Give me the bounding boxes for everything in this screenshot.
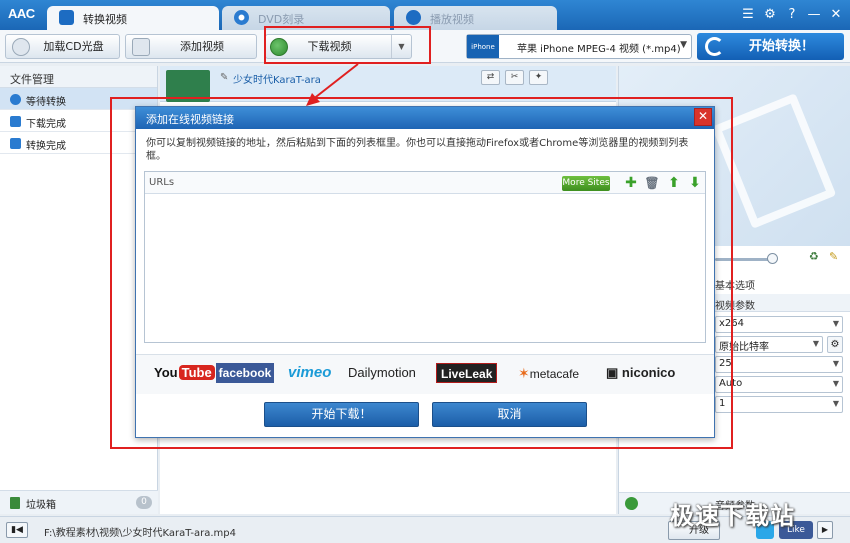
facebook-logo[interactable]: facebook: [216, 363, 274, 383]
metacafe-logo[interactable]: ✶metacafe: [518, 363, 579, 383]
chevron-down-icon: ▼: [832, 319, 839, 328]
load-cd-button[interactable]: 加载CD光盘: [5, 34, 120, 59]
watermark-text: 极速下载站: [670, 502, 795, 530]
url-list-header: URLs More Sites ✚ 🗑 ⬆ ⬇: [145, 172, 705, 194]
help-icon[interactable]: ?: [782, 6, 802, 24]
app-logo: AAC: [8, 6, 35, 21]
start-convert-label: 开始转换！: [748, 39, 814, 54]
scissors-icon[interactable]: ✂: [505, 70, 524, 85]
add-video-button[interactable]: 添加视频: [125, 34, 257, 59]
pencil-icon[interactable]: ✎: [220, 72, 228, 83]
metacafe-star-icon: ✶: [518, 365, 530, 381]
toggle-panel-icon[interactable]: ▮◀: [6, 522, 28, 538]
vimeo-logo[interactable]: vimeo: [288, 363, 331, 383]
codec-select[interactable]: x264 ▼: [715, 316, 843, 333]
refresh-icon: [705, 37, 724, 56]
download-icon: [10, 116, 21, 127]
convert-icon: [10, 138, 21, 149]
urls-label: URLs: [149, 177, 175, 188]
file-row-actions: ⇄ ✂ ✦: [481, 70, 548, 85]
youtube-logo[interactable]: You Tube: [154, 363, 215, 383]
sidebar-item-label: 下载完成: [26, 119, 66, 130]
aspect-select[interactable]: 1 ▼: [715, 396, 843, 413]
dialog-title: 添加在线视频链接: [146, 113, 234, 126]
niconico-logo[interactable]: ▣ niconico: [606, 363, 675, 383]
arrow-down-icon[interactable]: ⬇: [687, 175, 703, 191]
disc-icon: [234, 10, 249, 25]
start-download-button[interactable]: 开始下载！: [264, 402, 419, 427]
trash-label: 垃圾箱: [26, 500, 56, 511]
chevron-down-icon: ▼: [812, 339, 819, 348]
url-list-box: URLs More Sites ✚ 🗑 ⬆ ⬇: [144, 171, 706, 343]
dailymotion-logo[interactable]: Dailymotion: [348, 363, 416, 383]
file-manager-header: 文件管理: [0, 66, 157, 88]
trash-count-badge: 0: [136, 496, 152, 509]
more-sites-button[interactable]: More Sites: [562, 176, 610, 191]
plus-icon[interactable]: ✚: [623, 175, 639, 191]
window-controls: ☰ ⚙ ? — ✕: [738, 6, 846, 24]
format-icon-text: iPhone: [471, 43, 495, 51]
wand-icon[interactable]: ✎: [829, 250, 843, 264]
film-add-icon: [132, 38, 150, 56]
cd-icon: [12, 38, 30, 56]
metacafe-text: metacafe: [529, 367, 580, 381]
tab-label: 播放视频: [430, 13, 474, 26]
chevron-down-icon: ▼: [832, 379, 839, 388]
gear-icon[interactable]: ⚙: [760, 6, 780, 24]
play-icon: [406, 10, 421, 25]
dialog-title-bar: 添加在线视频链接 ✕: [136, 107, 714, 129]
resolution-select[interactable]: Auto ▼: [715, 376, 843, 393]
convert-icon: [59, 10, 74, 25]
sidebar-item-label: 等待转换: [26, 97, 66, 108]
sidebar-item-label: 转换完成: [26, 141, 66, 152]
close-icon[interactable]: ✕: [826, 6, 846, 24]
magic-wand-icon[interactable]: ✦: [529, 70, 548, 85]
phone-icon: iPhone: [467, 35, 499, 58]
url-input-area[interactable]: [145, 194, 705, 342]
format-value: 苹果 iPhone MPEG-4 视频 (*.mp4): [517, 44, 681, 55]
sidebar-item-trash[interactable]: 垃圾箱 0: [0, 490, 158, 514]
youtube-tube: Tube: [178, 365, 215, 380]
refresh-icon: [10, 94, 21, 105]
trash-icon[interactable]: 🗑: [644, 175, 660, 191]
tab-label: DVD刻录: [258, 13, 305, 26]
chevron-right-icon[interactable]: ▶: [817, 521, 833, 539]
slider-thumb[interactable]: [767, 253, 778, 264]
swap-icon[interactable]: ⇄: [481, 70, 500, 85]
recycle-icon[interactable]: ♻: [809, 250, 823, 264]
supported-sites-row: You Tube facebook vimeo Dailymotion LiveL…: [136, 354, 714, 394]
load-cd-label: 加载CD光盘: [43, 40, 104, 53]
liveleak-logo[interactable]: LiveLeak: [436, 363, 498, 383]
video-params-header[interactable]: 视频参数: [715, 294, 850, 312]
close-icon[interactable]: ✕: [694, 108, 712, 126]
annotation-highlight-download: [264, 26, 431, 64]
add-video-label: 添加视频: [180, 40, 224, 53]
chevron-down-icon: ▼: [832, 399, 839, 408]
trash-icon: [10, 497, 20, 509]
chevron-down-icon: ▼: [832, 359, 839, 368]
more-sites-label: More Sites: [562, 178, 610, 188]
youtube-you: You: [154, 365, 178, 380]
tab-convert-video[interactable]: 转换视频: [47, 6, 219, 30]
tab-label: 转换视频: [83, 13, 127, 26]
cancel-button[interactable]: 取消: [432, 402, 587, 427]
framerate-select[interactable]: 25 ▼: [715, 356, 843, 373]
speaker-icon: [625, 497, 638, 510]
start-convert-button[interactable]: 开始转换！: [697, 33, 844, 60]
arrow-up-icon[interactable]: ⬆: [666, 175, 682, 191]
chevron-down-icon: ▼: [680, 40, 687, 50]
add-online-video-dialog: 添加在线视频链接 ✕ 你可以复制视频链接的地址，然后粘贴到下面的列表框里。你也可…: [135, 106, 715, 438]
output-format-select[interactable]: iPhone 苹果 iPhone MPEG-4 视频 (*.mp4) ▼: [466, 34, 692, 59]
niconico-text: niconico: [621, 365, 676, 380]
tv-icon: ▣: [606, 365, 622, 380]
file-path: F:\教程素材\视频\少女时代KaraT-ara.mp4: [44, 528, 236, 539]
minimize-icon[interactable]: —: [804, 6, 824, 24]
gear-icon[interactable]: ⚙: [827, 336, 843, 353]
menu-icon[interactable]: ☰: [738, 6, 758, 24]
dialog-description: 你可以复制视频链接的地址，然后粘贴到下面的列表框里。你也可以直接拖动Firefo…: [146, 138, 689, 162]
